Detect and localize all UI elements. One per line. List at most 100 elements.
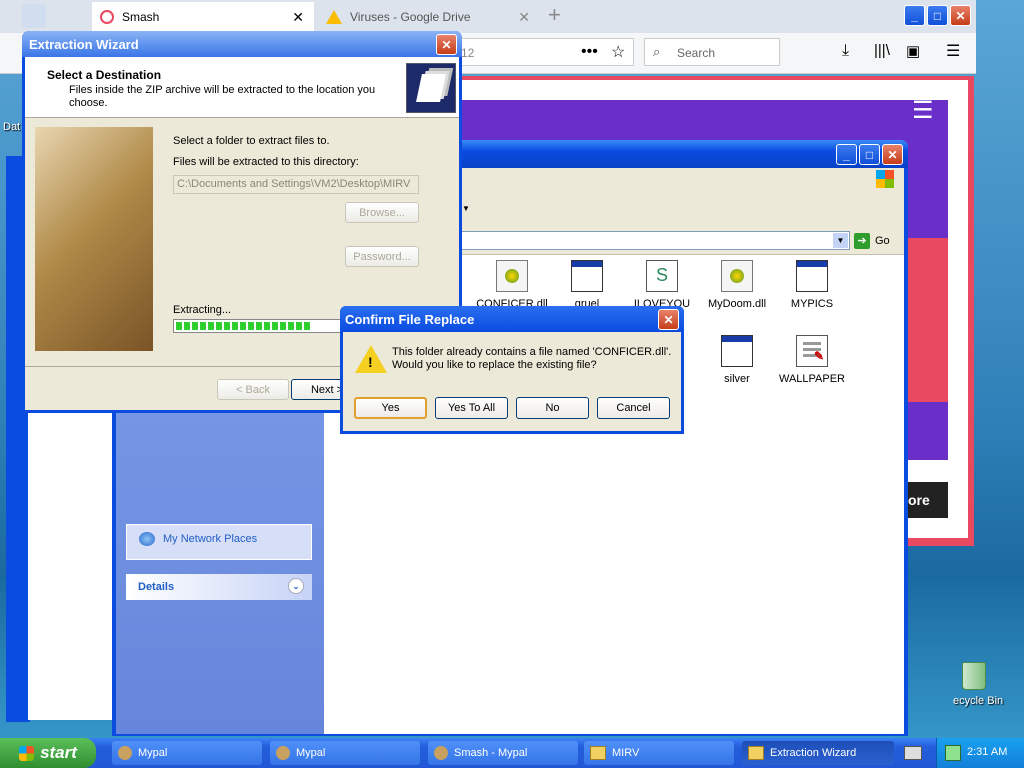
select-prompt: Select a folder to extract files to. <box>173 135 330 147</box>
file-name: MYPICS <box>790 298 834 310</box>
taskbar-item-smash-mypal[interactable]: Smash - Mypal <box>428 741 578 765</box>
new-tab-button[interactable]: + <box>548 2 561 28</box>
yes-label: Yes <box>381 402 400 414</box>
task-label: MIRV <box>612 747 640 759</box>
library-icon[interactable]: |||\ <box>874 42 890 59</box>
file-item[interactable]: gruel <box>547 260 627 310</box>
taskbar-item-mypal[interactable]: Mypal <box>112 741 262 765</box>
password-button[interactable]: Password... <box>345 246 419 267</box>
sidebar-icon[interactable]: ▣ <box>906 42 920 60</box>
desktop-label-dat: Dat <box>3 121 21 133</box>
close-tab-icon[interactable]: ✕ <box>518 9 530 26</box>
search-input[interactable]: ⌕ Search <box>644 38 780 66</box>
mypal-icon <box>276 746 290 760</box>
tab-label: Viruses - Google Drive <box>350 10 471 24</box>
file-item[interactable]: CONFICER.dll <box>472 260 552 310</box>
recycle-bin-icon[interactable] <box>958 656 988 690</box>
smash-icon <box>100 10 114 24</box>
task-label: Mypal <box>296 747 326 759</box>
windows-flag-icon <box>19 745 35 761</box>
keyboard-icon[interactable] <box>904 746 922 760</box>
cancel-button[interactable]: Cancel <box>597 397 670 419</box>
go-button[interactable]: ➔ Go <box>854 231 900 250</box>
url-text: 12 <box>461 46 475 60</box>
dll-file-icon <box>496 260 528 292</box>
url-bar[interactable]: 12 ••• ☆ <box>452 38 634 66</box>
close-button[interactable]: ✕ <box>436 34 457 55</box>
search-placeholder: Search <box>677 46 716 60</box>
network-places-label: My Network Places <box>163 533 258 545</box>
no-button[interactable]: No <box>516 397 589 419</box>
bookmark-star-icon[interactable]: ☆ <box>611 42 625 62</box>
system-tray: 2:31 AM <box>936 738 1024 768</box>
mypal-icon <box>118 746 132 760</box>
directory-label: Files will be extracted to this director… <box>173 156 359 168</box>
folder-files-icon <box>406 63 456 113</box>
yes-to-all-button[interactable]: Yes To All <box>435 397 508 419</box>
menu-icon[interactable]: ☰ <box>946 41 960 61</box>
progress-fill <box>176 322 310 330</box>
hamburger-icon[interactable]: ☰ <box>912 96 934 125</box>
wizard-heading: Select a Destination <box>47 68 162 82</box>
wizard-header: Select a Destination Files inside the ZI… <box>25 57 459 118</box>
task-label: Mypal <box>138 747 168 759</box>
dialog-title-bar: Confirm File Replace ✕ <box>340 306 684 332</box>
extracting-label: Extracting... <box>173 304 232 316</box>
more-button[interactable]: ore <box>908 482 948 518</box>
dialog-message: This folder already contains a file name… <box>392 346 672 358</box>
recycle-bin-label: ecycle Bin <box>953 695 1004 707</box>
file-name: silver <box>724 373 750 385</box>
go-arrow-icon: ➔ <box>854 232 870 249</box>
browse-label: Browse... <box>359 206 405 219</box>
minimize-button[interactable]: _ <box>836 144 857 165</box>
start-button[interactable]: start <box>0 738 96 768</box>
network-places-icon <box>139 532 155 546</box>
wizard-title: Extraction Wizard <box>29 37 139 52</box>
file-item[interactable]: ✎ WALLPAPER <box>772 335 852 385</box>
more-icon[interactable]: ••• <box>581 43 598 61</box>
application-icon <box>721 335 753 367</box>
download-icon[interactable]: ⤓ <box>842 42 849 60</box>
wizard-subheading: Files inside the ZIP archive will be ext… <box>69 84 376 109</box>
dropdown-arrow-icon[interactable]: ▼ <box>462 204 470 213</box>
task-label: Extraction Wizard <box>770 747 857 759</box>
expand-chevron-icon[interactable]: ⌄ <box>288 578 304 594</box>
file-item[interactable]: S ILOVEYOU <box>622 260 702 310</box>
sidebar-item-network-places[interactable]: My Network Places <box>126 524 312 560</box>
file-name: MyDoom.dll <box>707 298 767 310</box>
yes-button[interactable]: Yes <box>354 397 427 419</box>
mypal-icon <box>434 746 448 760</box>
close-tab-icon[interactable]: ✕ <box>292 9 304 26</box>
close-button[interactable]: ✕ <box>658 309 679 330</box>
directory-field[interactable]: C:\Documents and Settings\VM2\Desktop\MI… <box>173 175 419 194</box>
maximize-button[interactable]: □ <box>927 5 948 26</box>
browser-app-icon <box>22 4 46 28</box>
file-item[interactable]: MYPICS <box>772 260 852 310</box>
dll-file-icon <box>721 260 753 292</box>
maximize-button[interactable]: □ <box>859 144 880 165</box>
taskbar-item-mirv[interactable]: MIRV <box>584 741 734 765</box>
network-icon[interactable] <box>945 745 961 761</box>
browse-button[interactable]: Browse... <box>345 202 419 223</box>
file-name: WALLPAPER <box>778 373 846 385</box>
details-label: Details <box>138 581 175 593</box>
minimize-button[interactable]: _ <box>904 5 925 26</box>
close-button[interactable]: ✕ <box>950 5 971 26</box>
file-item[interactable]: MyDoom.dll <box>697 260 777 310</box>
document-icon: ✎ <box>796 335 828 367</box>
tab-smash[interactable]: Smash ✕ <box>92 2 314 32</box>
dialog-question: Would you like to replace the existing f… <box>392 359 597 371</box>
tab-google-drive[interactable]: Viruses - Google Drive ✕ <box>318 2 540 32</box>
directory-value: C:\Documents and Settings\VM2\Desktop\MI… <box>177 178 411 190</box>
taskbar-item-extraction-wizard[interactable]: Extraction Wizard <box>742 741 894 765</box>
details-panel-header[interactable]: Details ⌄ <box>126 574 312 600</box>
file-item[interactable]: silver <box>697 335 777 385</box>
next-label: Next > <box>310 383 344 396</box>
taskbar-item-mypal[interactable]: Mypal <box>270 741 420 765</box>
address-dropdown-icon[interactable]: ▼ <box>833 233 848 248</box>
confirm-file-replace-dialog: Confirm File Replace ✕ ! This folder alr… <box>340 306 684 434</box>
close-button[interactable]: ✕ <box>882 144 903 165</box>
back-button[interactable]: < Back <box>217 379 289 400</box>
start-label: start <box>40 743 77 762</box>
dialog-title: Confirm File Replace <box>345 312 475 327</box>
